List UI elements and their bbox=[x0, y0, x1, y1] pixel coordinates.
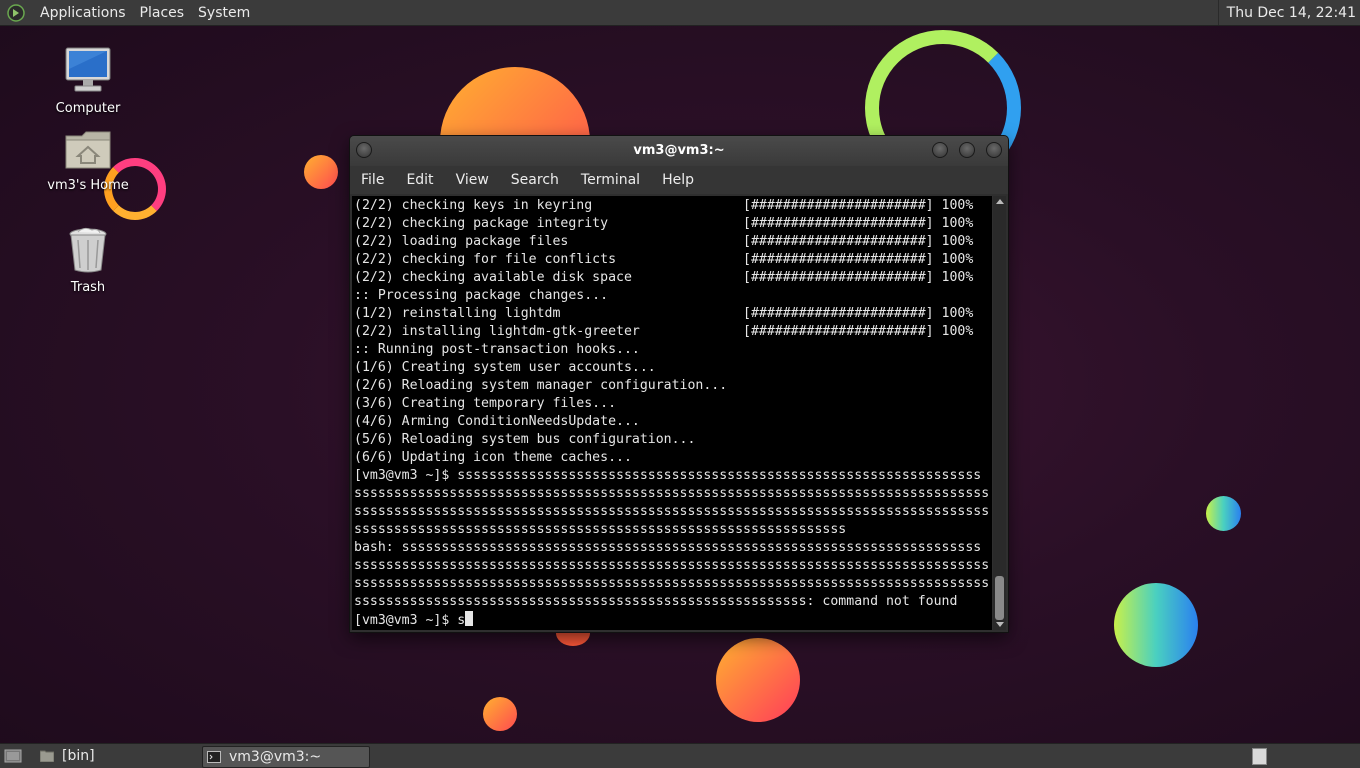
desktop-icon-home[interactable]: vm3's Home bbox=[38, 128, 138, 193]
desktop-icon-trash[interactable]: Trash bbox=[38, 226, 138, 295]
maximize-button[interactable] bbox=[959, 142, 975, 158]
terminal-line: (5/6) Reloading system bus configuration… bbox=[354, 432, 696, 447]
terminal-line: [vm3@vm3 ~]$ sssssssssssssssssssssssssss… bbox=[354, 468, 982, 483]
menu-view[interactable]: View bbox=[445, 172, 500, 188]
terminal-text: (2/2) checking keys in keyring [########… bbox=[352, 196, 992, 630]
menu-terminal[interactable]: Terminal bbox=[570, 172, 651, 188]
desktop-icon-label: Computer bbox=[55, 101, 121, 116]
folder-icon bbox=[40, 750, 54, 762]
wallpaper-orange-circle bbox=[716, 638, 800, 722]
terminal-line: bash: ssssssssssssssssssssssssssssssssss… bbox=[354, 540, 982, 555]
home-folder-icon bbox=[65, 131, 111, 169]
workspace-switcher[interactable] bbox=[1252, 748, 1267, 765]
scroll-up-arrow-icon[interactable] bbox=[996, 199, 1004, 204]
menu-file[interactable]: File bbox=[350, 172, 395, 188]
desktop-icon-label: Trash bbox=[70, 280, 106, 295]
menu-search[interactable]: Search bbox=[500, 172, 570, 188]
terminal-scrollbar[interactable] bbox=[993, 196, 1006, 630]
terminal-line: (3/6) Creating temporary files... bbox=[354, 396, 617, 411]
terminal-output[interactable]: (2/2) checking keys in keyring [########… bbox=[352, 196, 992, 630]
terminal-line: :: Processing package changes... bbox=[354, 288, 609, 303]
terminal-line: ssssssssssssssssssssssssssssssssssssssss… bbox=[354, 558, 990, 573]
minimize-button[interactable] bbox=[932, 142, 948, 158]
trash-icon bbox=[69, 227, 107, 273]
terminal-window[interactable]: vm3@vm3:~ File Edit View Search Terminal… bbox=[350, 136, 1008, 632]
taskbar-item-label: vm3@vm3:~ bbox=[229, 749, 322, 765]
menu-help[interactable]: Help bbox=[651, 172, 705, 188]
terminal-line: ssssssssssssssssssssssssssssssssssssssss… bbox=[354, 486, 990, 501]
computer-icon bbox=[65, 47, 111, 92]
scrollbar-thumb[interactable] bbox=[995, 576, 1004, 620]
desktop-icon-computer[interactable]: Computer bbox=[38, 45, 138, 116]
wallpaper-small-orange-dot bbox=[304, 155, 338, 189]
window-title: vm3@vm3:~ bbox=[633, 143, 725, 158]
top-panel: Applications Places System Thu Dec 14, 2… bbox=[0, 0, 1360, 26]
taskbar-item-label: [bin] bbox=[62, 748, 95, 764]
terminal-line: :: Running post-transaction hooks... bbox=[354, 342, 640, 357]
terminal-line: (1/2) reinstalling lightdm [############… bbox=[354, 306, 974, 321]
wallpaper-green-blue-circle bbox=[1114, 583, 1198, 667]
terminal-icon bbox=[207, 751, 221, 763]
close-button[interactable] bbox=[986, 142, 1002, 158]
terminal-line: (2/2) checking available disk space [###… bbox=[354, 270, 974, 285]
clock[interactable]: Thu Dec 14, 22:41 bbox=[1217, 0, 1356, 25]
window-titlebar[interactable]: vm3@vm3:~ bbox=[350, 136, 1008, 166]
terminal-line: (4/6) Arming ConditionNeedsUpdate... bbox=[354, 414, 640, 429]
terminal-line: ssssssssssssssssssssssssssssssssssssssss… bbox=[354, 576, 990, 591]
menu-edit[interactable]: Edit bbox=[395, 172, 444, 188]
terminal-prompt[interactable]: [vm3@vm3 ~]$ s bbox=[354, 613, 465, 628]
taskbar-item-terminal[interactable]: vm3@vm3:~ bbox=[202, 746, 370, 768]
applications-menu[interactable]: Applications bbox=[33, 5, 133, 21]
terminal-line: (1/6) Creating system user accounts... bbox=[354, 360, 656, 375]
wallpaper-small-green-blue-dot bbox=[1206, 496, 1241, 531]
menu-logo-icon[interactable] bbox=[7, 3, 25, 22]
desktop-icon-label: vm3's Home bbox=[47, 178, 129, 193]
show-desktop-icon[interactable] bbox=[4, 748, 22, 764]
terminal-line: (6/6) Updating icon theme caches... bbox=[354, 450, 632, 465]
terminal-line: (2/2) installing lightdm-gtk-greeter [##… bbox=[354, 324, 974, 339]
terminal-line: ssssssssssssssssssssssssssssssssssssssss… bbox=[354, 522, 847, 537]
system-menu[interactable]: System bbox=[191, 5, 257, 21]
text-cursor bbox=[465, 611, 474, 626]
terminal-line: (2/2) checking for file conflicts [#####… bbox=[354, 252, 974, 267]
terminal-line: (2/6) Reloading system manager configura… bbox=[354, 378, 728, 393]
bottom-panel: [bin] vm3@vm3:~ bbox=[0, 743, 1360, 768]
terminal-line: ssssssssssssssssssssssssssssssssssssssss… bbox=[354, 504, 990, 519]
taskbar-item-bin[interactable]: [bin] bbox=[36, 746, 202, 766]
places-menu[interactable]: Places bbox=[133, 5, 192, 21]
terminal-line: (2/2) checking keys in keyring [########… bbox=[354, 198, 974, 213]
terminal-menubar: File Edit View Search Terminal Help bbox=[350, 166, 1008, 194]
terminal-line: ssssssssssssssssssssssssssssssssssssssss… bbox=[354, 594, 958, 609]
wallpaper-small-orange-circle bbox=[483, 697, 517, 731]
terminal-line: (2/2) checking package integrity [######… bbox=[354, 216, 974, 231]
scroll-down-arrow-icon[interactable] bbox=[996, 622, 1004, 627]
terminal-line: (2/2) loading package files [###########… bbox=[354, 234, 974, 249]
